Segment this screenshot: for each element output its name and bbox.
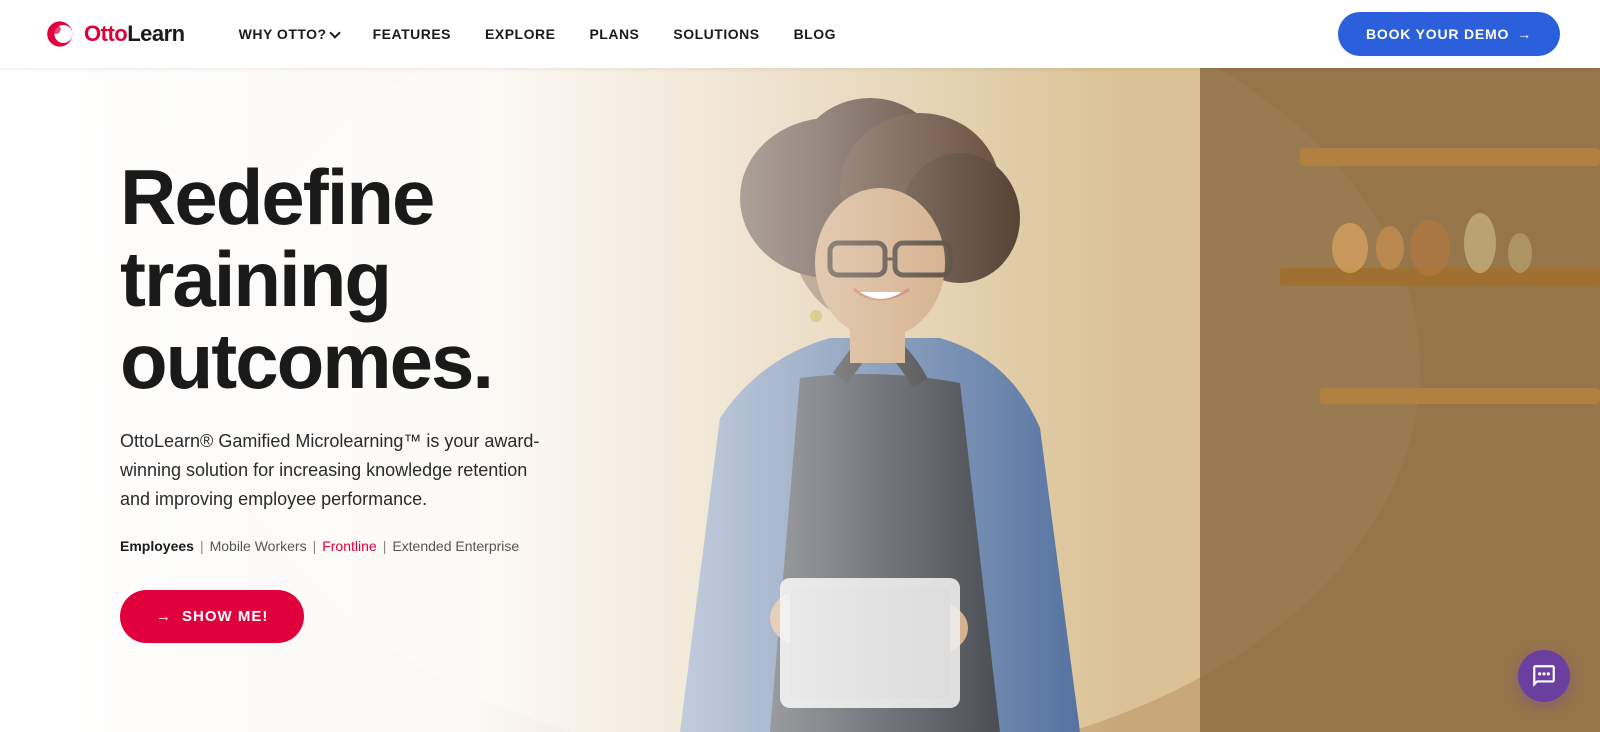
show-me-button[interactable]: → SHOW ME! [120,590,304,643]
arrow-right-icon: → [156,608,172,625]
chat-bubble-button[interactable] [1518,650,1570,702]
nav-item-why-otto[interactable]: WHY OTTO? [225,18,353,50]
logo-icon [40,16,76,52]
nav-item-blog[interactable]: BLOG [780,18,850,50]
hero-tag-employees: Employees [120,538,194,554]
hero-subtitle: OttoLearn® Gamified Microlearning™ is yo… [120,427,550,513]
nav-links: WHY OTTO? FEATURES EXPLORE PLANS SOLUTIO… [225,18,1338,50]
nav-item-plans[interactable]: PLANS [575,18,653,50]
nav-item-solutions[interactable]: SOLUTIONS [659,18,773,50]
hero-tag-extended-enterprise: Extended Enterprise [392,538,519,554]
hero-tag-mobile-workers: Mobile Workers [210,538,307,554]
arrow-icon: → [1517,26,1532,42]
chevron-down-icon [329,27,340,38]
logo[interactable]: OttoLearn [40,16,185,52]
book-demo-button[interactable]: BOOK YOUR DEMO → [1338,12,1560,56]
nav-item-features[interactable]: FEATURES [359,18,465,50]
hero-section: Redefine training outcomes. OttoLearn® G… [0,68,1600,732]
navbar: OttoLearn WHY OTTO? FEATURES EXPLORE PLA… [0,0,1600,68]
logo-text: OttoLearn [84,21,185,47]
hero-tag-frontline: Frontline [322,538,376,554]
nav-item-explore[interactable]: EXPLORE [471,18,569,50]
hero-tags: Employees | Mobile Workers | Frontline |… [120,538,640,554]
hero-content: Redefine training outcomes. OttoLearn® G… [0,68,680,732]
hero-title: Redefine training outcomes. [120,157,640,403]
chat-icon [1531,663,1557,689]
